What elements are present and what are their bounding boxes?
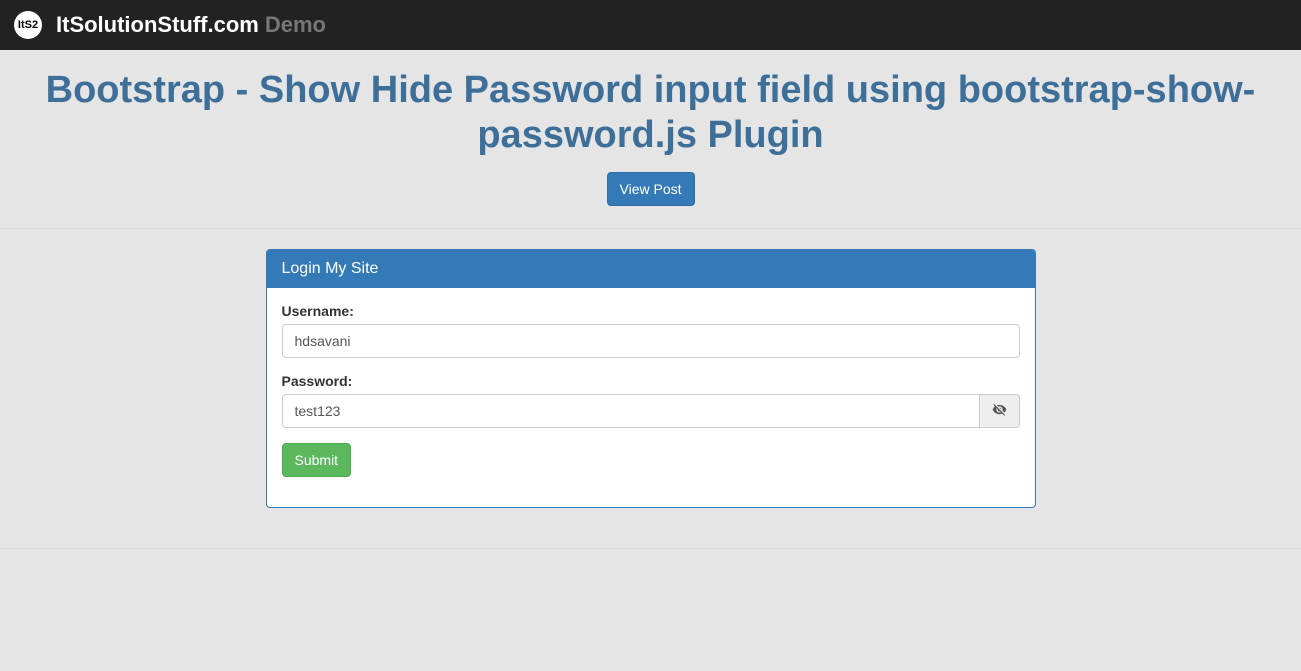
brand-name[interactable]: ItSolutionStuff.com (56, 12, 259, 38)
panel-heading: Login My Site (267, 250, 1035, 288)
username-group: Username: (282, 303, 1020, 358)
panel-body: Username: Password: Submi (267, 288, 1035, 507)
brand-sub: Demo (265, 12, 326, 38)
navbar: ItS2 ItSolutionStuff.com Demo (0, 0, 1301, 50)
submit-group: Submit (282, 443, 1020, 477)
login-panel: Login My Site Username: Password: (266, 249, 1036, 508)
brand-logo[interactable]: ItS2 (14, 11, 42, 39)
password-label: Password: (282, 373, 1020, 389)
content-wrap: Login My Site Username: Password: (0, 229, 1301, 549)
password-input[interactable] (282, 394, 980, 428)
view-post-button[interactable]: View Post (607, 172, 695, 206)
eye-slash-icon (992, 402, 1007, 420)
page-title: Bootstrap - Show Hide Password input fie… (20, 68, 1281, 158)
username-label: Username: (282, 303, 1020, 319)
toggle-password-button[interactable] (980, 394, 1020, 428)
password-group: Password: (282, 373, 1020, 428)
header-section: Bootstrap - Show Hide Password input fie… (0, 50, 1301, 229)
submit-button[interactable]: Submit (282, 443, 352, 477)
username-input[interactable] (282, 324, 1020, 358)
password-input-group (282, 394, 1020, 428)
